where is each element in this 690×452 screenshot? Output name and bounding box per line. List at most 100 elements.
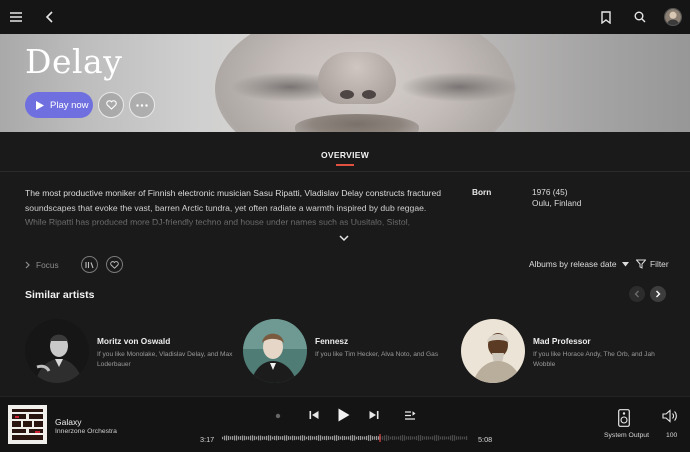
top-bar xyxy=(0,0,690,34)
similar-artist-name[interactable]: Mad Professor xyxy=(533,336,591,346)
waveform-bar xyxy=(228,435,230,441)
waveform-bar xyxy=(458,436,460,440)
waveform-bar xyxy=(308,435,310,441)
similar-artist-card[interactable]: Moritz von Oswald If you like Monolake, … xyxy=(25,319,235,385)
waveform-bar xyxy=(414,436,416,440)
filter-button[interactable]: Filter xyxy=(636,259,669,269)
waveform-bar xyxy=(244,435,246,441)
waveform-bar xyxy=(254,435,256,441)
output-device-label[interactable]: System Output xyxy=(604,432,649,439)
waveform-bar xyxy=(362,436,364,440)
expand-biography-icon[interactable] xyxy=(339,229,349,247)
total-duration: 5:08 xyxy=(478,435,493,444)
track-artist[interactable]: Innerzone Orchestra xyxy=(55,428,117,435)
waveform-bar xyxy=(238,436,240,440)
waveform-bar xyxy=(388,435,390,441)
waveform-bar xyxy=(460,436,462,440)
artist-name: Delay xyxy=(25,42,123,81)
waveform-bar xyxy=(376,435,378,441)
tab-overview[interactable]: OVERVIEW xyxy=(0,150,690,160)
user-avatar-icon[interactable] xyxy=(664,8,682,26)
waveform-bar xyxy=(326,435,328,441)
more-options-button[interactable] xyxy=(129,92,155,118)
skip-back-icon xyxy=(309,411,319,419)
track-title[interactable]: Galaxy xyxy=(55,417,81,427)
waveform-bar xyxy=(406,436,408,440)
waveform-bar xyxy=(270,435,272,441)
sort-dropdown[interactable]: Albums by release date xyxy=(529,259,629,269)
artist-avatar[interactable] xyxy=(243,319,307,383)
album-cover[interactable] xyxy=(8,405,47,444)
heart-icon xyxy=(105,100,117,110)
waveform-bar xyxy=(342,435,344,441)
waveform-bar xyxy=(378,436,380,440)
waveform-bar xyxy=(366,435,368,441)
waveform-bar xyxy=(252,435,254,441)
similar-artist-card[interactable]: Mad Professor If you like Horace Andy, T… xyxy=(461,319,671,385)
similar-artist-reason: If you like Monolake, Vladislav Delay, a… xyxy=(97,351,233,368)
waveform-bar xyxy=(332,436,334,440)
waveform-bar xyxy=(274,435,276,441)
volume-level: 100 xyxy=(666,432,678,439)
waveform-bar xyxy=(288,436,290,440)
queue-button[interactable] xyxy=(405,411,416,420)
similar-prev-button[interactable] xyxy=(629,286,645,302)
volume-icon[interactable] xyxy=(662,409,678,423)
favorite-button[interactable] xyxy=(98,92,124,118)
waveform-progress[interactable] xyxy=(222,434,468,442)
similar-next-button[interactable] xyxy=(650,286,666,302)
waveform-bar xyxy=(462,436,464,440)
similar-artists-heading: Similar artists xyxy=(25,289,95,301)
waveform-bar xyxy=(354,435,356,441)
waveform-bar xyxy=(456,436,458,440)
waveform-bar xyxy=(374,436,376,440)
waveform-bar xyxy=(364,436,366,440)
search-icon[interactable] xyxy=(630,7,650,27)
artist-avatar[interactable] xyxy=(25,319,89,383)
waveform-bar xyxy=(324,436,326,440)
play-pause-button[interactable] xyxy=(338,408,350,422)
waveform-bar xyxy=(328,436,330,440)
waveform-bar xyxy=(428,436,430,440)
similar-artist-name[interactable]: Fennesz xyxy=(315,336,348,346)
follow-button[interactable] xyxy=(105,256,123,273)
waveform-bar xyxy=(336,435,338,441)
more-dots-icon xyxy=(136,103,148,107)
next-track-button[interactable] xyxy=(369,410,379,420)
waveform-bar xyxy=(450,435,452,441)
playhead-marker[interactable] xyxy=(379,434,381,442)
waveform-bar xyxy=(322,436,324,440)
waveform-bar xyxy=(292,435,294,441)
similar-artist-name[interactable]: Moritz von Oswald xyxy=(97,336,170,346)
previous-track-button[interactable] xyxy=(309,410,319,420)
shuffle-indicator-icon[interactable] xyxy=(275,413,281,419)
chevron-right-icon xyxy=(25,261,30,268)
artist-avatar[interactable] xyxy=(461,319,525,383)
waveform-bar xyxy=(392,436,394,440)
waveform-bar xyxy=(344,436,346,440)
waveform-bar xyxy=(448,436,450,440)
similar-artist-card[interactable]: Fennesz If you like Tim Hecker, Alva Not… xyxy=(243,319,453,385)
waveform-bar xyxy=(396,436,398,440)
filter-label: Filter xyxy=(650,259,669,269)
hamburger-icon[interactable] xyxy=(6,7,26,27)
waveform-bar xyxy=(382,436,384,440)
waveform-bar xyxy=(434,435,436,441)
waveform-bar xyxy=(290,436,292,440)
born-label: Born xyxy=(472,187,492,197)
bookmark-icon[interactable] xyxy=(596,7,616,27)
waveform-bar xyxy=(224,435,226,441)
play-now-button[interactable]: Play now xyxy=(25,92,93,118)
skip-forward-icon xyxy=(369,411,379,419)
back-arrow-icon[interactable] xyxy=(40,7,60,27)
waveform-bar xyxy=(240,436,242,440)
waveform-bar xyxy=(394,436,396,440)
waveform-bar xyxy=(242,435,244,441)
focus-button[interactable]: Focus xyxy=(25,260,59,270)
waveform-bar xyxy=(356,436,358,440)
waveform-bar xyxy=(390,436,392,440)
born-date: 1976 (45) xyxy=(532,187,568,197)
library-button[interactable] xyxy=(80,256,98,273)
biography-fade xyxy=(25,207,455,229)
speaker-output-icon[interactable] xyxy=(618,409,630,427)
